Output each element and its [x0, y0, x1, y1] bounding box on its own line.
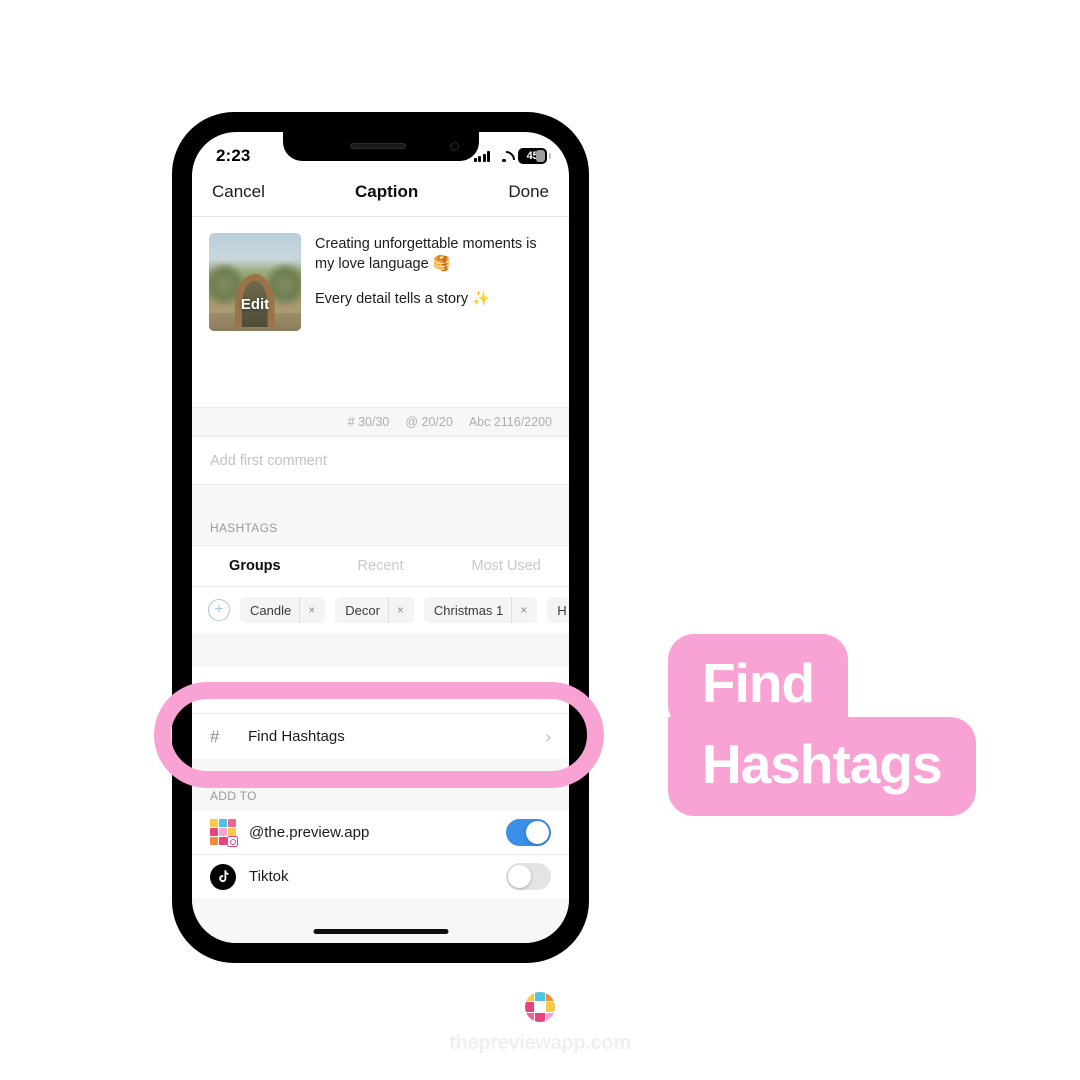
- hashtags-section-label: HASHTAGS: [192, 515, 569, 545]
- callout-badge: Find Hashtags: [668, 634, 976, 816]
- status-indicators: 45: [473, 148, 551, 164]
- wifi-icon: [496, 150, 512, 162]
- chip-label: Christmas 1: [433, 602, 504, 618]
- caption-editor: Edit Creating unforgettable moments is m…: [192, 217, 569, 331]
- toggle-tiktok[interactable]: [506, 863, 551, 890]
- footer-website: thepreviewapp.com: [449, 1032, 631, 1054]
- add-to-section-label: ADD TO: [192, 781, 569, 810]
- footer: thepreviewapp.com: [0, 992, 1080, 1055]
- callout-line-2: Hashtags: [668, 717, 976, 816]
- tab-recent[interactable]: Recent: [318, 558, 444, 574]
- close-icon[interactable]: ×: [387, 597, 412, 623]
- chip-candle[interactable]: Candle ×: [240, 597, 326, 623]
- home-indicator: [313, 929, 448, 934]
- caption-counters: # 30/30 @ 20/20 Abc 2116/2200: [192, 407, 569, 437]
- front-camera-icon: [449, 142, 459, 151]
- preview-grid-icon: [210, 819, 238, 847]
- poster-canvas: 2:23 45 Cancel Caption Done Edit Creatin…: [0, 0, 1080, 1080]
- tab-groups[interactable]: Groups: [192, 558, 318, 574]
- battery-icon: 45: [518, 148, 551, 164]
- hashtag-tabs: Groups Recent Most Used: [192, 545, 569, 587]
- find-hashtags-row[interactable]: # Find Hashtags ›: [192, 713, 569, 759]
- find-captions-row[interactable]: ≡ Find Captions ›: [192, 667, 569, 713]
- post-thumbnail[interactable]: Edit: [209, 233, 301, 331]
- hashtag-counter: # 30/30: [347, 415, 390, 429]
- character-counter: Abc 2116/2200: [468, 415, 552, 429]
- account-row-instagram[interactable]: @the.preview.app: [192, 810, 569, 854]
- tiktok-icon: [210, 863, 236, 890]
- hashtag-icon: #: [210, 726, 220, 746]
- find-gap: [192, 759, 569, 781]
- account-name-instagram: @the.preview.app: [249, 823, 370, 841]
- status-time: 2:23: [216, 146, 251, 165]
- preview-app-logo-icon: [525, 992, 555, 1022]
- chips-gap: [192, 633, 569, 667]
- done-button[interactable]: Done: [508, 182, 549, 202]
- navigation-bar: Cancel Caption Done: [192, 174, 569, 217]
- notch: [282, 132, 479, 161]
- tab-most-used[interactable]: Most Used: [443, 558, 569, 574]
- account-name-tiktok: Tiktok: [249, 868, 289, 885]
- caption-line-1: Creating unforgettable moments is my lov…: [315, 236, 537, 272]
- first-comment-row[interactable]: Add first comment: [192, 437, 569, 485]
- chevron-right-icon: ›: [545, 680, 551, 699]
- phone-screen: 2:23 45 Cancel Caption Done Edit Creatin…: [192, 132, 569, 943]
- add-hashtag-group-icon[interactable]: +: [208, 599, 230, 621]
- battery-empty-fill: [536, 150, 545, 162]
- cancel-button[interactable]: Cancel: [212, 182, 265, 202]
- mention-counter: @ 20/20: [405, 415, 453, 429]
- lines-icon: ≡: [210, 680, 220, 699]
- close-icon[interactable]: ×: [511, 597, 535, 623]
- section-gap: [192, 485, 569, 515]
- chip-label: Decor: [345, 602, 380, 618]
- first-comment-placeholder: Add first comment: [210, 452, 327, 469]
- cellular-signal-icon: [473, 150, 490, 162]
- caption-editor-spacer: [192, 331, 569, 407]
- phone-frame: 2:23 45 Cancel Caption Done Edit Creatin…: [172, 112, 589, 963]
- schedule-section-label: SCHEDULE: [192, 940, 569, 943]
- chip-christmas-1[interactable]: Christmas 1 ×: [423, 597, 538, 623]
- toggle-knob: [508, 865, 531, 888]
- find-hashtags-label: Find Hashtags: [248, 728, 345, 745]
- chevron-right-icon: ›: [545, 726, 551, 746]
- hashtag-group-chips: + Candle × Decor × Christmas 1 × H: [192, 587, 569, 633]
- toggle-knob: [526, 820, 549, 844]
- find-captions-label: Find Captions: [248, 681, 341, 699]
- account-row-tiktok[interactable]: Tiktok: [192, 854, 569, 898]
- chip-partial[interactable]: H: [547, 597, 569, 623]
- edit-thumbnail-label[interactable]: Edit: [209, 296, 301, 313]
- earpiece-speaker-icon: [349, 143, 406, 149]
- caption-text-input[interactable]: Creating unforgettable moments is my lov…: [301, 233, 552, 331]
- close-icon[interactable]: ×: [299, 597, 323, 623]
- camera-badge-icon: [227, 836, 238, 847]
- chip-decor[interactable]: Decor ×: [335, 597, 414, 623]
- chip-label: Candle: [250, 602, 292, 618]
- page-title: Caption: [355, 182, 419, 201]
- toggle-instagram[interactable]: [506, 818, 551, 846]
- caption-line-2: Every detail tells a story ✨: [315, 291, 491, 308]
- chip-label: H: [557, 602, 567, 618]
